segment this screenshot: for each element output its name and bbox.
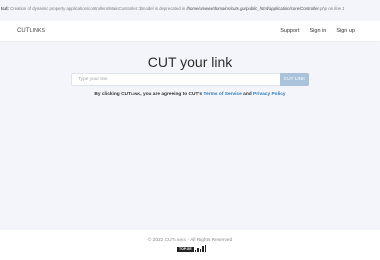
copyright: © 2022 CUTLINKS - All Rights Reserved bbox=[0, 237, 380, 243]
top-navbar: CUTLINKS Support Sign in Sign up bbox=[0, 21, 380, 41]
shorten-form: CUT LINK bbox=[71, 73, 309, 86]
cut-link-button[interactable]: CUT LINK bbox=[280, 73, 309, 86]
brand-logo[interactable]: CUTLINKS bbox=[17, 28, 45, 34]
agreement-prefix-small: LINK bbox=[130, 91, 141, 96]
deprecation-message: Creation of dynamic property application… bbox=[8, 6, 187, 11]
counter-badge[interactable]: TOP.GE bbox=[177, 245, 207, 252]
deprecation-path: /home/u/www/domains/cuts.gu/public_html/… bbox=[186, 6, 320, 11]
copyright-prefix: © 2022 CUT bbox=[147, 238, 175, 243]
copyright-small: LINKS bbox=[174, 237, 187, 242]
agreement-and: and bbox=[241, 92, 254, 97]
nav-link-sign-up[interactable]: Sign up bbox=[336, 28, 355, 34]
terms-agreement: By clicking CUTLINK, you are agreeing to… bbox=[0, 91, 380, 97]
agreement-middle: , you are agreeing to CUT's bbox=[140, 92, 204, 97]
nav-links: Support Sign in Sign up bbox=[280, 28, 355, 34]
url-input[interactable] bbox=[71, 73, 280, 86]
page-title: CUT your link bbox=[147, 54, 233, 70]
counter-badge-label: TOP.GE bbox=[177, 247, 194, 252]
copyright-suffix: - All Rights Reserved bbox=[186, 238, 233, 243]
nav-link-sign-in[interactable]: Sign in bbox=[310, 28, 327, 34]
brand-name: CUT bbox=[17, 28, 30, 34]
page: tcd: Creation of dynamic property applic… bbox=[0, 0, 380, 260]
deprecation-label: tcd: bbox=[1, 6, 9, 11]
bar-chart-icon bbox=[194, 245, 207, 252]
privacy-policy-link[interactable]: Privacy Policy bbox=[253, 92, 286, 97]
terms-of-service-link[interactable]: Terms of Service bbox=[204, 92, 242, 97]
deprecation-rest: php on line 1 bbox=[319, 6, 345, 11]
brand-suffix: LINKS bbox=[29, 28, 46, 34]
agreement-prefix: By clicking CUT bbox=[94, 92, 131, 97]
deprecation-notice: tcd: Creation of dynamic property applic… bbox=[0, 5, 380, 12]
nav-link-support[interactable]: Support bbox=[280, 28, 299, 34]
